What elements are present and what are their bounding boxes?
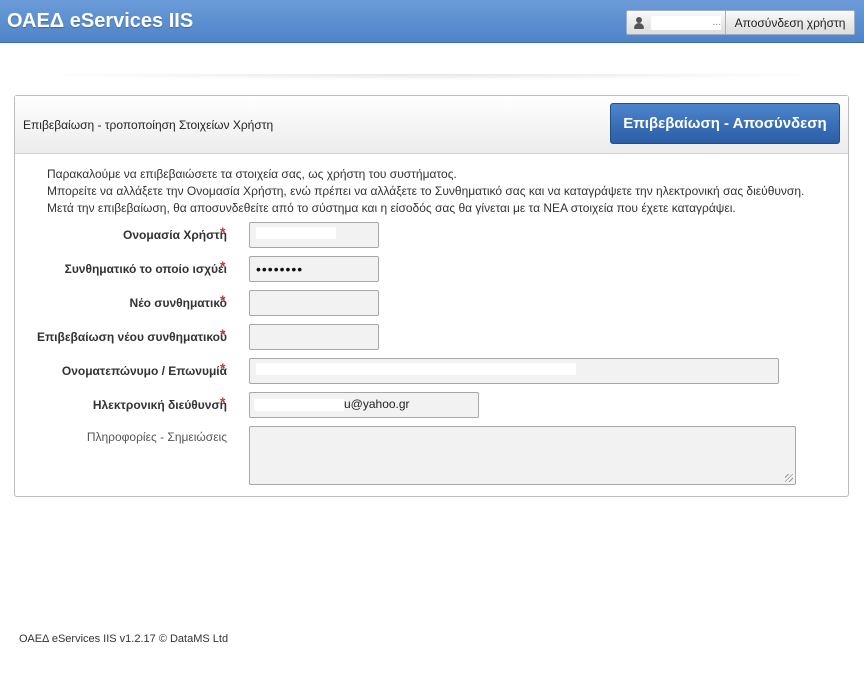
email-label: Ηλεκτρονική διεύθυνση (92, 398, 227, 412)
email-row: Ηλεκτρονική διεύθυνση * u@yahoo.gr (15, 392, 850, 418)
confirm-password-field[interactable] (249, 324, 379, 350)
masked-fullname (256, 363, 576, 375)
panel-title: Επιβεβαίωση - τροποποίηση Στοιχείων Χρήσ… (23, 118, 274, 132)
notes-textarea[interactable] (249, 426, 796, 485)
current-password-row: Συνθηματικό το οποίο ισχύει * •••••••• (15, 256, 850, 282)
notes-row: Πληροφορίες - Σημειώσεις (15, 426, 850, 486)
fullname-row: Ονοματεπώνυμο / Επωνυμία * (15, 358, 850, 384)
required-marker: * (220, 258, 226, 274)
intro-line: Μετά την επιβεβαίωση, θα αποσυνδεθείτε α… (47, 201, 736, 215)
required-marker: * (220, 360, 226, 376)
top-bar: ΟΑΕΔ eServices IIS ... Αποσύνδεση χρήστη (0, 0, 864, 43)
user-icon (632, 16, 646, 30)
current-password-label: Συνθηματικό το οποίο ισχύει (64, 262, 227, 276)
current-password-field[interactable]: •••••••• (249, 256, 379, 282)
new-password-label: Νέο συνθηματικό (129, 296, 227, 310)
username-field[interactable] (249, 222, 379, 248)
email-field[interactable]: u@yahoo.gr (249, 392, 479, 418)
footer-text: ΟΑΕΔ eServices IIS v1.2.17 © DataMS Ltd (19, 633, 229, 645)
masked-email-prefix (254, 398, 344, 411)
required-marker: * (220, 292, 226, 308)
email-value: u@yahoo.gr (344, 397, 410, 411)
user-name: ... (651, 15, 721, 30)
intro-line: Παρακαλούμε να επιβεβαιώσετε τα στοιχεία… (47, 167, 457, 181)
username-row: Ονομασία Χρήστη * (15, 222, 850, 248)
fullname-label: Ονοματεπώνυμο / Επωνυμία (61, 364, 227, 378)
notes-label: Πληροφορίες - Σημειώσεις (86, 430, 227, 444)
user-account[interactable]: ... (627, 11, 726, 34)
masked-username (256, 227, 336, 239)
fullname-field[interactable] (249, 358, 779, 384)
header-divider (20, 74, 842, 80)
intro-line: Μπορείτε να αλλάξετε την Ονομασία Χρήστη… (47, 184, 805, 198)
new-password-row: Νέο συνθηματικό * (15, 290, 850, 316)
required-marker: * (220, 224, 226, 240)
user-box: ... Αποσύνδεση χρήστη (626, 10, 855, 35)
app-title: ΟΑΕΔ eServices IIS (7, 10, 194, 32)
user-confirm-panel: Επιβεβαίωση - τροποποίηση Στοιχείων Χρήσ… (14, 95, 849, 497)
intro-text: Παρακαλούμε να επιβεβαιώσετε τα στοιχεία… (47, 166, 804, 217)
new-password-field[interactable] (249, 290, 379, 316)
required-marker: * (220, 326, 226, 342)
required-marker: * (220, 394, 226, 410)
resize-grip-icon[interactable] (785, 474, 793, 482)
panel-header: Επιβεβαίωση - τροποποίηση Στοιχείων Χρήσ… (15, 96, 848, 154)
confirm-password-row: Επιβεβαίωση νέου συνθηματικού * (15, 324, 850, 350)
confirm-logout-button[interactable]: Επιβεβαίωση - Αποσύνδεση (610, 103, 840, 144)
confirm-password-label: Επιβεβαίωση νέου συνθηματικού (36, 330, 227, 344)
username-label: Ονομασία Χρήστη (123, 228, 227, 242)
logout-user-button[interactable]: Αποσύνδεση χρήστη (726, 11, 854, 34)
